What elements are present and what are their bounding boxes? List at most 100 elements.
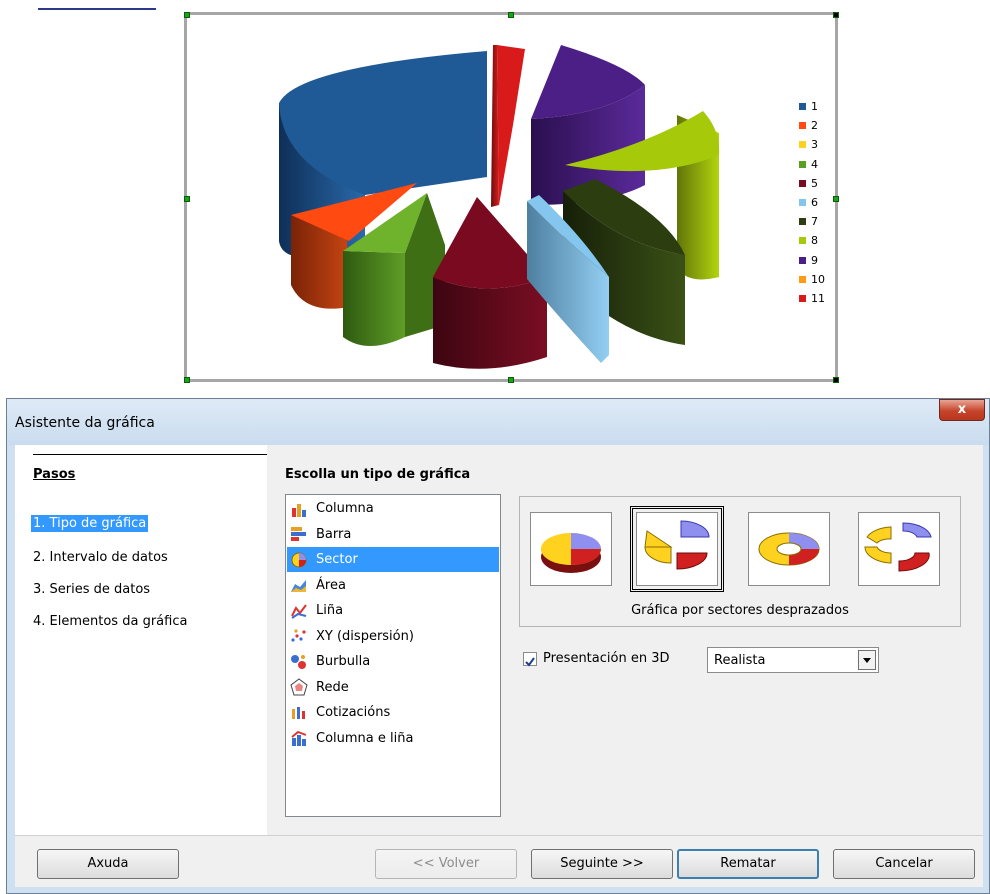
line-chart-icon — [290, 602, 308, 620]
chart-type-item[interactable]: Área — [287, 573, 499, 598]
variant-normal-pie[interactable] — [530, 512, 612, 586]
resize-handle-right[interactable] — [833, 196, 839, 202]
chart-legend: 1 2 3 4 5 6 7 8 9 10 11 — [799, 97, 825, 308]
legend-label: 9 — [811, 253, 818, 267]
legend-swatch — [799, 103, 806, 111]
legend-item: 11 — [799, 289, 825, 308]
help-button[interactable]: Axuda — [37, 849, 179, 879]
chart-type-label: XY (dispersión) — [316, 628, 414, 644]
step-data-series[interactable]: 3. Series de datos — [31, 581, 152, 598]
close-button[interactable]: x — [939, 399, 985, 421]
step-data-range[interactable]: 2. Intervalo de datos — [31, 549, 170, 566]
chart-type-label: Área — [316, 577, 346, 593]
legend-label: 5 — [811, 176, 818, 190]
legend-item: 10 — [799, 270, 825, 289]
chart-object[interactable]: 1 2 3 4 5 6 7 8 9 10 11 — [184, 12, 839, 383]
legend-swatch — [799, 122, 806, 130]
variant-donut[interactable] — [748, 512, 830, 586]
dialog-titlebar[interactable]: Asistente da gráfica x — [7, 399, 989, 445]
dropdown-arrow-button[interactable] — [858, 650, 876, 670]
cell-border-line — [38, 8, 156, 10]
chart-type-item[interactable]: Barra — [287, 522, 499, 547]
chart-type-label: Sector — [316, 552, 358, 567]
legend-swatch — [799, 237, 806, 245]
chart-type-label: Liña — [316, 603, 344, 618]
next-button[interactable]: Seguinte >> — [531, 849, 673, 879]
dialog-title: Asistente da gráfica — [15, 415, 155, 431]
pie-chart-icon — [290, 551, 308, 569]
chart-type-label: Cotizacións — [316, 705, 391, 720]
legend-label: 8 — [811, 234, 818, 248]
exploded-pie-variant-icon — [644, 520, 710, 570]
resize-handle-bottom-right[interactable] — [833, 377, 839, 383]
chevron-down-icon — [863, 658, 871, 663]
step-chart-elements[interactable]: 4. Elementos da gráfica — [31, 613, 189, 630]
column-line-chart-icon — [290, 729, 308, 747]
legend-item: 1 — [799, 97, 825, 116]
chart-type-item[interactable]: Columna e liña — [287, 726, 499, 751]
dialog-client: Pasos 1. Tipo de gráfica 2. Intervalo de… — [15, 445, 983, 887]
bubble-chart-icon — [290, 653, 308, 671]
3d-look-label[interactable]: Presentación en 3D — [543, 651, 669, 666]
legend-label: 2 — [811, 119, 818, 133]
chart-variant-panel: Gráfica por sectores desprazados — [519, 496, 961, 627]
pie-slice-11 — [491, 45, 525, 207]
chart-type-item[interactable]: Cotizacións — [287, 700, 499, 725]
resize-handle-left[interactable] — [184, 196, 190, 202]
back-button[interactable]: << Volver — [375, 849, 517, 879]
checkmark-icon — [525, 657, 535, 667]
legend-label: 3 — [811, 138, 818, 152]
resize-handle-bottom[interactable] — [508, 377, 514, 383]
legend-item: 2 — [799, 116, 825, 135]
chart-type-label: Burbulla — [316, 654, 371, 669]
chart-type-item[interactable]: Sector — [287, 547, 499, 572]
legend-item: 6 — [799, 193, 825, 212]
chart-type-heading: Escolla un tipo de gráfica — [285, 467, 471, 482]
resize-handle-bottom-left[interactable] — [184, 377, 190, 383]
legend-swatch — [799, 275, 806, 283]
legend-item: 9 — [799, 251, 825, 270]
pie-slice-9 — [531, 45, 645, 205]
chart-type-list[interactable]: Columna Barra Sector Área Liña XY (dispersión… — [285, 494, 501, 817]
chart-wizard-dialog: Asistente da gráfica x Pasos 1. Tipo de … — [6, 398, 990, 894]
finish-button[interactable]: Rematar — [677, 849, 819, 879]
legend-swatch — [799, 218, 806, 226]
scatter-chart-icon — [290, 627, 308, 645]
chart-type-item[interactable]: XY (dispersión) — [287, 624, 499, 649]
3d-scheme-select[interactable]: Realista — [707, 647, 879, 673]
chart-type-label: Columna e liña — [316, 730, 414, 746]
chart-type-item[interactable]: Rede — [287, 675, 499, 700]
variant-exploded-pie[interactable] — [630, 506, 724, 592]
legend-swatch — [799, 141, 806, 149]
legend-swatch — [799, 179, 806, 187]
chart-type-item[interactable]: Liña — [287, 598, 499, 623]
chart-type-label: Columna — [316, 501, 374, 516]
chart-type-item[interactable]: Columna — [287, 496, 499, 521]
steps-title: Pasos — [33, 467, 76, 482]
legend-item: 3 — [799, 135, 825, 154]
3d-scheme-value: Realista — [714, 653, 766, 668]
stock-chart-icon — [290, 704, 308, 722]
pie-chart-3d — [279, 45, 720, 369]
column-chart-icon — [290, 500, 308, 518]
button-row-divider — [15, 835, 983, 836]
legend-swatch — [799, 294, 806, 302]
resize-handle-top-left[interactable] — [184, 12, 190, 18]
donut-variant-icon — [758, 532, 820, 566]
step-chart-type[interactable]: 1. Tipo de gráfica — [31, 515, 149, 532]
resize-handle-top-right[interactable] — [833, 12, 839, 18]
3d-look-checkbox[interactable] — [523, 652, 537, 667]
legend-item: 5 — [799, 174, 825, 193]
legend-label: 11 — [811, 291, 825, 305]
legend-label: 10 — [811, 272, 825, 286]
resize-handle-top[interactable] — [508, 12, 514, 18]
steps-panel: Pasos 1. Tipo de gráfica 2. Intervalo de… — [15, 445, 267, 835]
variant-exploded-donut[interactable] — [858, 512, 940, 586]
chart-type-item[interactable]: Burbulla — [287, 649, 499, 674]
cancel-button[interactable]: Cancelar — [833, 849, 975, 879]
legend-swatch — [799, 256, 806, 264]
legend-label: 6 — [811, 196, 818, 210]
variant-caption: Gráfica por sectores desprazados — [631, 603, 849, 618]
exploded-donut-variant-icon — [864, 522, 932, 572]
legend-swatch — [799, 160, 806, 168]
